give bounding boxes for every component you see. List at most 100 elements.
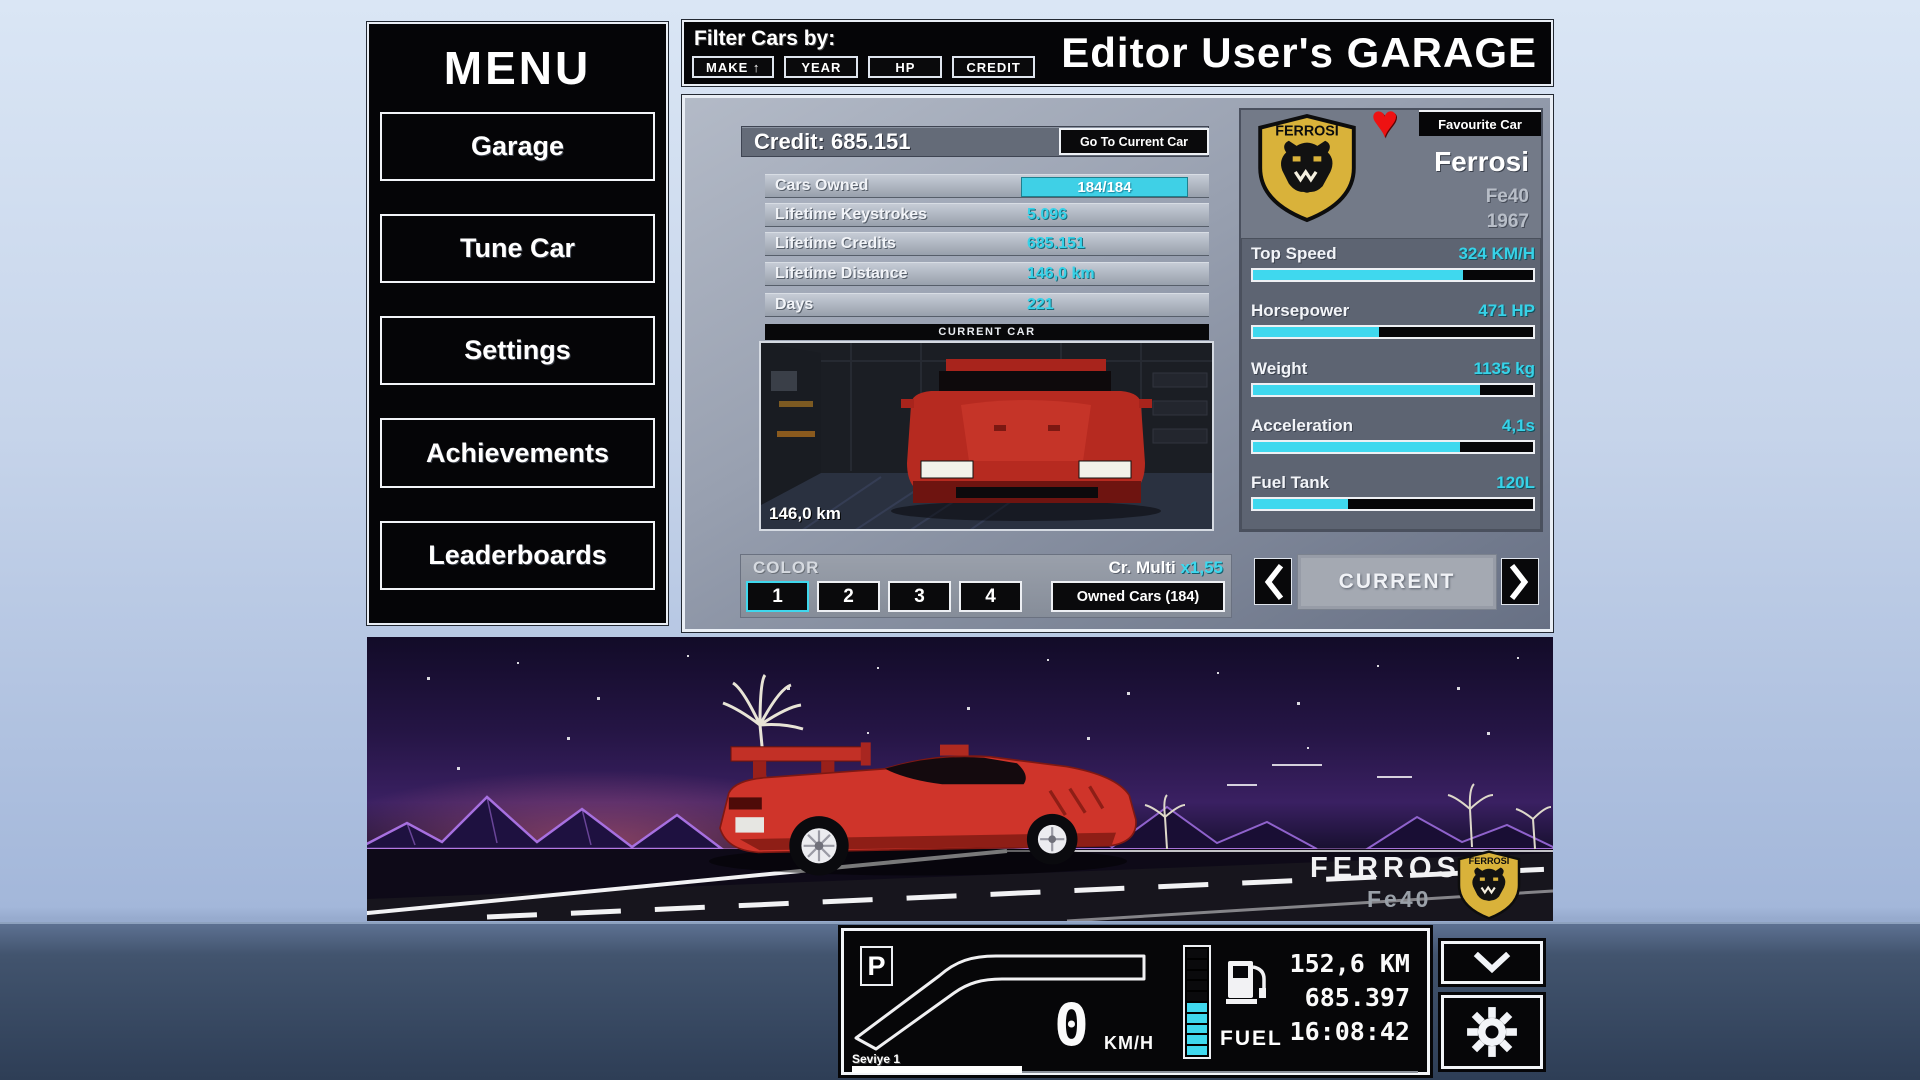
fuel-segment bbox=[1187, 981, 1207, 990]
go-to-current-car-button[interactable]: Go To Current Car bbox=[1059, 128, 1209, 155]
stat-value: 221 bbox=[1027, 296, 1054, 314]
fuel-label: FUEL bbox=[1220, 1027, 1283, 1051]
owned-cars-button[interactable]: Owned Cars (184) bbox=[1051, 581, 1225, 612]
collapse-dashboard-button[interactable] bbox=[1441, 941, 1543, 984]
dashboard-settings-button[interactable] bbox=[1441, 995, 1543, 1069]
gear-indicator: P bbox=[860, 946, 893, 986]
current-car-label: CURRENT CAR bbox=[765, 324, 1209, 340]
spec-value: 120L bbox=[1496, 473, 1535, 493]
speed-unit: KM/H bbox=[1104, 1033, 1154, 1054]
color-label: COLOR bbox=[753, 558, 819, 578]
spec-top-speed: Top Speed 324 KM/H bbox=[1251, 244, 1535, 282]
fuel-gauge bbox=[1183, 945, 1211, 1059]
spec-acceleration: Acceleration4,1s bbox=[1251, 416, 1535, 454]
stat-row-lifetime-keystrokes: Lifetime Keystrokes 5.096 bbox=[765, 203, 1209, 227]
color-option-3[interactable]: 3 bbox=[888, 581, 951, 612]
spec-label: Horsepower bbox=[1251, 301, 1349, 321]
garage-header: Filter Cars by: MAKE ↑ YEAR HP CREDIT Ed… bbox=[682, 20, 1553, 86]
stat-row-days: Days 221 bbox=[765, 293, 1209, 317]
scene-brand-text: FERROSI bbox=[1310, 852, 1474, 884]
gear-icon bbox=[1466, 1006, 1518, 1058]
stat-value: 146,0 km bbox=[1027, 265, 1095, 283]
game-screen: MENU Garage Tune Car Settings Achievemen… bbox=[0, 0, 1920, 1080]
menu-title: MENU bbox=[369, 24, 666, 112]
stat-value: 685.151 bbox=[1027, 235, 1085, 253]
synthwave-scene-art: FERROSI Fe40 bbox=[367, 637, 1553, 921]
spec-value: 471 HP bbox=[1478, 301, 1535, 321]
fuel-segment bbox=[1187, 960, 1207, 969]
fuel-segment bbox=[1187, 992, 1207, 1001]
filter-cars-label: Filter Cars by: bbox=[694, 27, 835, 51]
filter-year-button[interactable]: YEAR bbox=[784, 56, 858, 78]
menu-item-settings[interactable]: Settings bbox=[380, 316, 655, 385]
current-car-image: 146,0 km bbox=[759, 341, 1214, 531]
stat-value: 5.096 bbox=[1027, 206, 1067, 224]
spec-horsepower: Horsepower 471 HP bbox=[1251, 301, 1535, 339]
cr-multi-value: x1,55 bbox=[1180, 558, 1223, 577]
favourite-car-button[interactable]: Favourite Car bbox=[1419, 110, 1541, 136]
car-model: Fe40 bbox=[1486, 186, 1529, 208]
car-year: 1967 bbox=[1487, 211, 1529, 233]
fuel-segment bbox=[1187, 1014, 1207, 1023]
level-progress-bar bbox=[852, 1066, 1418, 1073]
garage-title: Editor User's GARAGE bbox=[1061, 29, 1537, 77]
stat-label: Lifetime Keystrokes bbox=[775, 206, 927, 224]
color-option-2[interactable]: 2 bbox=[817, 581, 880, 612]
spec-label: Weight bbox=[1251, 359, 1307, 379]
spec-label: Top Speed bbox=[1251, 244, 1337, 264]
menu-item-tune-car[interactable]: Tune Car bbox=[380, 214, 655, 283]
chevron-left-icon bbox=[1262, 562, 1284, 602]
filter-buttons: MAKE ↑ YEAR HP CREDIT bbox=[692, 56, 1035, 78]
stat-row-cars-owned: Cars Owned 184/184 bbox=[765, 174, 1209, 198]
color-option-4[interactable]: 4 bbox=[959, 581, 1022, 612]
cr-multi-label: Cr. Multi bbox=[1109, 558, 1176, 577]
stat-row-lifetime-distance: Lifetime Distance 146,0 km bbox=[765, 262, 1209, 286]
car-odometer: 146,0 km bbox=[769, 504, 841, 524]
spec-value: 324 KM/H bbox=[1458, 244, 1535, 264]
spec-bar bbox=[1251, 268, 1535, 282]
trip-odometer: 152,6 KM bbox=[1290, 949, 1410, 978]
stat-label: Lifetime Credits bbox=[775, 235, 896, 253]
garage-interior-art bbox=[761, 343, 1214, 531]
filter-credit-button[interactable]: CREDIT bbox=[952, 56, 1034, 78]
level-label: Seviye 1 bbox=[852, 1052, 900, 1066]
menu-item-garage[interactable]: Garage bbox=[380, 112, 655, 181]
spec-bar bbox=[1251, 497, 1535, 511]
color-footer-bar: COLOR Cr. Multi x1,55 1 2 3 4 Owned Cars… bbox=[740, 554, 1232, 618]
stat-label: Cars Owned bbox=[775, 177, 868, 195]
previous-car-button[interactable] bbox=[1254, 558, 1292, 605]
stat-value-highlight: 184/184 bbox=[1021, 177, 1188, 197]
car-info-panel: ♥ Favourite Car Ferrosi Fe40 1967 Top Sp… bbox=[1239, 108, 1543, 532]
spec-value: 1135 kg bbox=[1474, 359, 1535, 379]
spec-bar bbox=[1251, 440, 1535, 454]
clock-readout: 16:08:42 bbox=[1290, 1017, 1410, 1046]
spec-weight: Weight 1135 kg bbox=[1251, 359, 1535, 397]
fuel-segment bbox=[1187, 1046, 1207, 1055]
spec-label: Acceleration bbox=[1251, 416, 1353, 436]
car-brand: Ferrosi bbox=[1434, 146, 1529, 178]
spec-label: Fuel Tank bbox=[1251, 473, 1329, 493]
menu-item-achievements[interactable]: Achievements bbox=[380, 418, 655, 487]
scene-model-text: Fe40 bbox=[1367, 886, 1431, 912]
next-car-button[interactable] bbox=[1501, 558, 1539, 605]
fuel-segment bbox=[1187, 1025, 1207, 1034]
fuel-segment bbox=[1187, 949, 1207, 958]
filter-hp-button[interactable]: HP bbox=[868, 56, 942, 78]
garage-panel: Credit: 685.151 Go To Current Car Cars O… bbox=[682, 95, 1553, 632]
stat-label: Lifetime Distance bbox=[775, 265, 907, 283]
fuel-segment bbox=[1187, 1003, 1207, 1012]
current-car-nav-button[interactable]: CURRENT bbox=[1297, 554, 1497, 610]
spec-bar bbox=[1251, 383, 1535, 397]
driving-scene: FERROSI Fe40 bbox=[367, 637, 1553, 921]
favourite-heart-icon[interactable]: ♥ bbox=[1371, 98, 1398, 144]
main-menu-panel: MENU Garage Tune Car Settings Achievemen… bbox=[367, 22, 668, 625]
menu-item-leaderboards[interactable]: Leaderboards bbox=[380, 521, 655, 590]
filter-make-button[interactable]: MAKE ↑ bbox=[692, 56, 774, 78]
speed-value: 0 bbox=[1054, 991, 1089, 1059]
spec-bar bbox=[1251, 325, 1535, 339]
dashboard-panel: P 0 KM/H FUEL 152,6 KM 685.397 16:08:42 … bbox=[841, 928, 1430, 1075]
color-option-1[interactable]: 1 bbox=[746, 581, 809, 612]
credit-multiplier: Cr. Multi x1,55 bbox=[1109, 558, 1223, 578]
fuel-pump-icon bbox=[1226, 953, 1268, 1005]
chevron-down-icon bbox=[1472, 952, 1512, 974]
